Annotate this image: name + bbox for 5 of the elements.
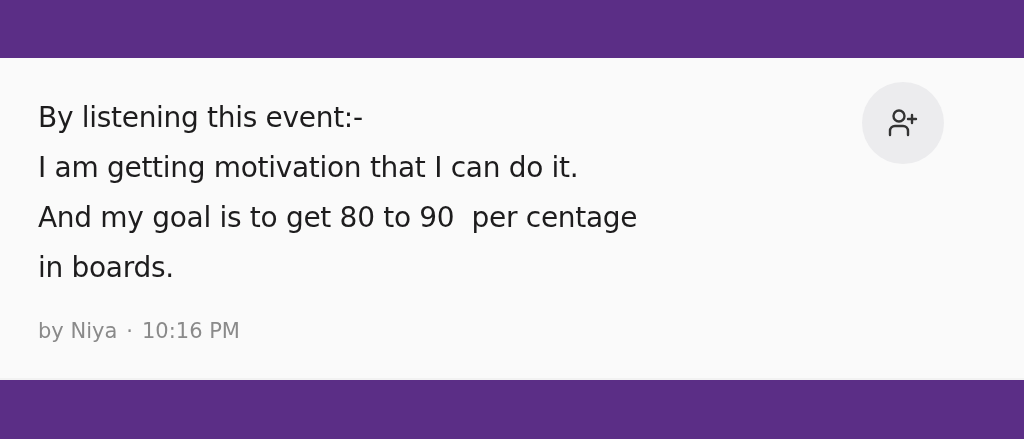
- post-text: By listening this event:- I am getting motivation that I can do it. And my goal is to get 80 to 90 per centage in boards.: [38, 100, 638, 286]
- post-time: 10:16 PM: [141, 319, 240, 343]
- separator: ·: [126, 319, 133, 343]
- post-author: by Niya: [38, 319, 118, 343]
- add-person-icon: [888, 109, 918, 137]
